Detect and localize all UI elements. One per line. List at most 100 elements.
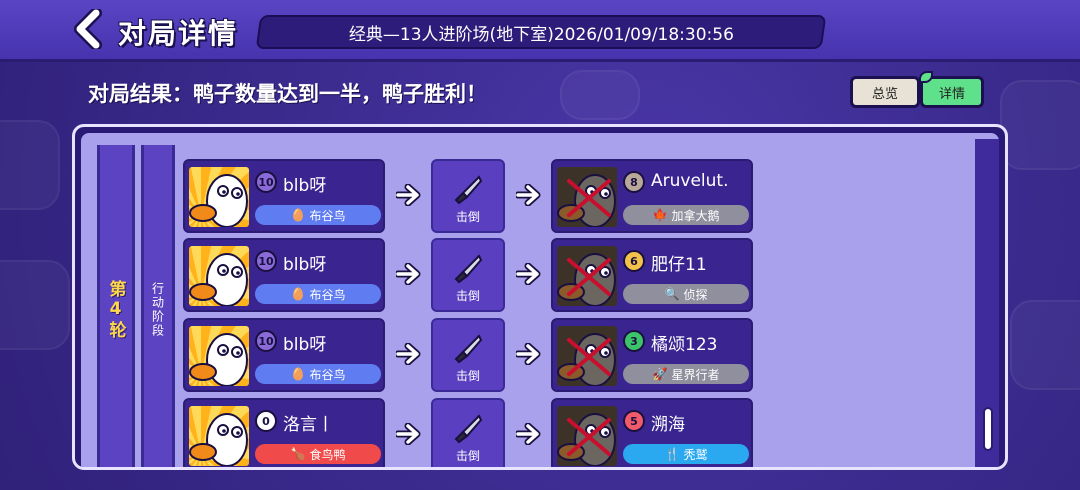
arrow-right-icon (516, 423, 541, 445)
avatar (557, 246, 617, 306)
bg-tile (1010, 300, 1080, 390)
action-row: 10 blb呀 🥚 布谷鸟 击倒 (183, 159, 983, 235)
role-name: 布谷鸟 (309, 208, 346, 223)
role-name: 星界行者 (671, 367, 720, 382)
player-name: 肥仔11 (651, 255, 707, 275)
victim-card[interactable]: 8 Aruvelut. 🍁 加拿大鹅 (551, 159, 753, 233)
role-badge: 🥚 布谷鸟 (255, 364, 381, 384)
action-box: 击倒 (431, 238, 505, 312)
egg-icon: 🥚 (290, 367, 306, 381)
action-label: 击倒 (455, 210, 480, 224)
action-box: 击倒 (431, 159, 505, 233)
bg-tile (0, 260, 70, 350)
role-name: 秃鹫 (683, 447, 708, 462)
knife-icon (454, 334, 483, 364)
role-badge: 🥚 布谷鸟 (255, 205, 381, 225)
round-label: 第4轮 (105, 280, 126, 340)
player-name: blb呀 (283, 335, 327, 355)
role-name: 食鸟鸭 (309, 447, 346, 462)
avatar (557, 406, 617, 466)
role-name: 布谷鸟 (309, 287, 346, 302)
attacker-card[interactable]: 10 blb呀 🥚 布谷鸟 (183, 159, 385, 233)
arrow-icon (395, 262, 423, 286)
arrow-icon (515, 262, 543, 286)
avatar (189, 406, 249, 466)
arrow-icon (395, 183, 423, 207)
player-number-badge: 10 (255, 330, 277, 352)
drumstick-icon: 🍗 (290, 447, 306, 461)
role-badge: 🍗 食鸟鸭 (255, 444, 381, 464)
duck-face-icon (557, 246, 617, 306)
arrow-right-icon (396, 423, 421, 445)
duck-face-icon (557, 326, 617, 386)
player-name: blb呀 (283, 255, 327, 275)
role-badge: 🍁 加拿大鹅 (623, 205, 749, 225)
scrollbar[interactable] (983, 407, 993, 451)
player-number-badge: 6 (623, 250, 645, 272)
duck-face-icon (189, 333, 248, 386)
egg-icon: 🥚 (290, 287, 306, 301)
player-name: Aruvelut. (651, 171, 729, 191)
role-name: 加拿大鹅 (671, 208, 720, 223)
duck-face-icon (557, 167, 617, 227)
arrow-right-icon (396, 343, 421, 365)
duck-face-icon (557, 406, 617, 466)
arrow-icon (515, 342, 543, 366)
back-button[interactable] (70, 8, 108, 50)
attacker-card[interactable]: 0 洛言丨 🍗 食鸟鸭 (183, 398, 385, 467)
magnifier-icon: 🔍 (664, 287, 680, 301)
player-number-badge: 10 (255, 250, 277, 272)
details-panel[interactable]: 第4轮 行动阶段 10 blb呀 🥚 布谷鸟 击倒 8 Aruvelut. 🍁 … (72, 124, 1008, 470)
arrow-icon (395, 422, 423, 446)
duck-face-icon (189, 174, 248, 227)
maple-leaf-icon: 🍁 (652, 208, 668, 222)
details-list[interactable]: 第4轮 行动阶段 10 blb呀 🥚 布谷鸟 击倒 8 Aruvelut. 🍁 … (81, 133, 999, 467)
action-box: 击倒 (431, 318, 505, 392)
avatar (557, 326, 617, 386)
match-info-banner: 经典—13人进阶场(地下室)2026/01/09/18:30:56 (255, 15, 827, 49)
arrow-right-icon (396, 263, 421, 285)
victim-card[interactable]: 5 溯海 🍴 秃鹫 (551, 398, 753, 467)
fork-knife-icon: 🍴 (664, 447, 680, 461)
knife-icon (454, 175, 483, 205)
player-number-badge: 0 (255, 410, 277, 432)
role-badge: 🔍 侦探 (623, 284, 749, 304)
victim-card[interactable]: 6 肥仔11 🔍 侦探 (551, 238, 753, 312)
bg-tile (1000, 80, 1080, 170)
action-box: 击倒 (431, 398, 505, 467)
action-row: 0 洛言丨 🍗 食鸟鸭 击倒 5 溯海 🍴 秃鹫 (183, 398, 983, 467)
player-name: 橘颂123 (651, 335, 718, 355)
round-column: 第4轮 (97, 145, 135, 467)
player-number-badge: 8 (623, 171, 645, 193)
action-row: 10 blb呀 🥚 布谷鸟 击倒 (183, 318, 983, 394)
action-label: 击倒 (455, 369, 480, 383)
knife-icon (454, 414, 483, 444)
victim-card[interactable]: 3 橘颂123 🚀 星界行者 (551, 318, 753, 392)
avatar (189, 326, 249, 386)
tab-detail[interactable]: 详情 (919, 71, 984, 108)
arrow-right-icon (396, 184, 421, 206)
player-number-badge: 10 (255, 171, 277, 193)
knife-icon (454, 254, 483, 284)
player-name: blb呀 (283, 176, 327, 196)
top-bar: 对局详情 经典—13人进阶场(地下室)2026/01/09/18:30:56 (0, 0, 1080, 62)
player-number-badge: 5 (623, 410, 645, 432)
bg-tile (0, 120, 60, 210)
avatar (189, 167, 249, 227)
action-row: 10 blb呀 🥚 布谷鸟 击倒 (183, 238, 983, 314)
arrow-right-icon (516, 263, 541, 285)
phase-label: 行动阶段 (150, 282, 165, 338)
leaf-icon (919, 71, 933, 83)
attacker-card[interactable]: 10 blb呀 🥚 布谷鸟 (183, 318, 385, 392)
match-info-text: 经典—13人进阶场(地下室)2026/01/09/18:30:56 (348, 24, 734, 45)
attacker-card[interactable]: 10 blb呀 🥚 布谷鸟 (183, 238, 385, 312)
page-title: 对局详情 (118, 17, 239, 50)
egg-icon: 🥚 (290, 208, 306, 222)
duck-face-icon (189, 413, 248, 466)
avatar (189, 246, 249, 306)
action-label: 击倒 (455, 289, 480, 303)
star-walker-icon: 🚀 (652, 367, 668, 381)
arrow-icon (395, 342, 423, 366)
arrow-right-icon (516, 343, 541, 365)
tab-overview[interactable]: 总览 (850, 76, 920, 108)
